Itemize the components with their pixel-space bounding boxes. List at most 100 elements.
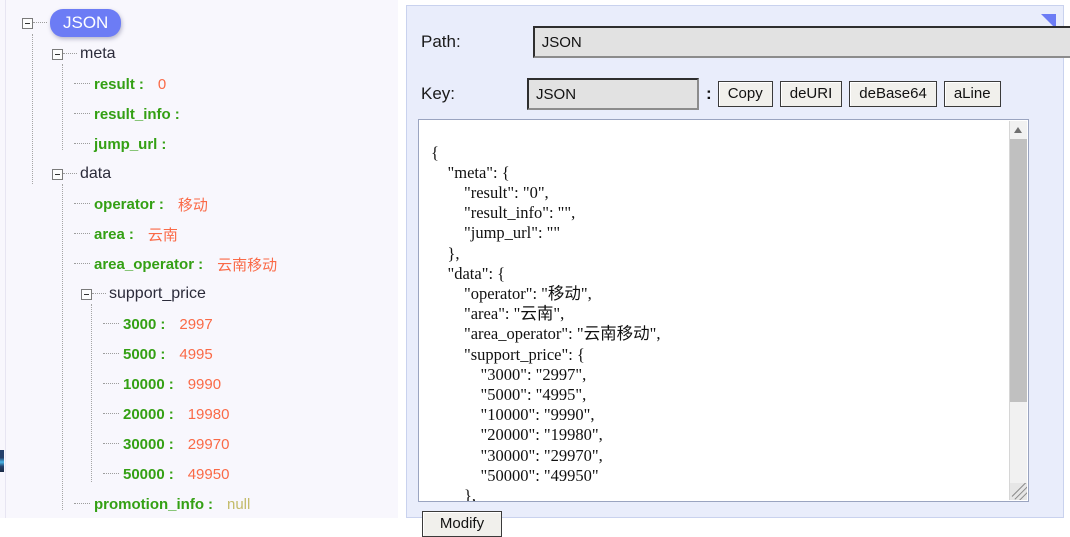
tree-row-result[interactable]: result : 0 — [63, 69, 166, 99]
tree-colon: : — [161, 135, 167, 153]
tree-dash — [103, 353, 119, 355]
key-input[interactable] — [527, 78, 700, 110]
path-label: Path: — [421, 32, 461, 51]
tree-row-price-20000[interactable]: 20000 : 19980 — [92, 399, 229, 429]
resize-grip-icon[interactable] — [1010, 483, 1027, 500]
tree-colon: : — [128, 225, 134, 243]
key-field-row: Key: : Copy deURI deBase64 aLine — [421, 78, 1008, 110]
tree-row-operator[interactable]: operator : 移动 — [63, 189, 208, 219]
modify-button[interactable]: Modify — [422, 511, 502, 537]
tree-colon: : — [168, 465, 174, 483]
tree-value: 2997 — [179, 315, 213, 333]
tree-dash — [63, 53, 77, 55]
tree-dash — [92, 293, 106, 295]
tree-dash — [103, 473, 119, 475]
tree-dash — [74, 83, 90, 85]
tree-node-label: support_price — [109, 285, 206, 302]
tree-connector-root — [32, 34, 33, 184]
tree-value: null — [226, 495, 251, 513]
tree-dash — [74, 263, 90, 265]
tree-row-meta[interactable]: meta — [52, 39, 116, 69]
tree-key: 10000 — [123, 375, 165, 393]
collapse-icon-meta[interactable] — [52, 48, 63, 60]
tree-value: 云南 — [147, 226, 178, 244]
tree-row-support-price[interactable]: support_price — [81, 279, 206, 309]
tree-value: 0 — [157, 75, 167, 93]
tree-dash — [74, 503, 90, 505]
tree-colon: : — [168, 435, 174, 453]
tree-dash — [33, 22, 47, 24]
tree-row-promotion-info[interactable]: promotion_info : null — [63, 489, 250, 518]
tree-value: 49950 — [187, 465, 230, 483]
tree-dash — [74, 113, 90, 115]
tree-dash — [63, 173, 77, 175]
key-label: Key: — [421, 84, 456, 103]
collapse-icon-support-price[interactable] — [81, 288, 92, 300]
json-code-text: { "meta": { "result": "0", "result_info"… — [431, 142, 661, 502]
tree-value: 9990 — [187, 375, 222, 393]
debase64-button[interactable]: deBase64 — [849, 81, 937, 107]
tree-key: area_operator — [94, 255, 195, 273]
scroll-up-arrow-icon[interactable] — [1010, 121, 1027, 138]
tree-row-price-5000[interactable]: 5000 : 4995 — [92, 339, 213, 369]
tree-dash — [74, 143, 90, 145]
tree-row-area-operator[interactable]: area_operator : 云南移动 — [63, 249, 277, 279]
root-json-badge[interactable]: JSON — [50, 9, 122, 37]
tree-colon: : — [198, 255, 204, 273]
deuri-button[interactable]: deURI — [779, 81, 843, 107]
path-input[interactable] — [532, 26, 1070, 58]
tree-colon: : — [138, 75, 144, 93]
tree-colon: : — [168, 405, 174, 423]
tree-colon: : — [207, 495, 213, 513]
tree-value: 4995 — [179, 345, 213, 363]
path-field-row: Path: — [421, 26, 1070, 58]
tree-value: 云南移动 — [217, 256, 278, 274]
tree-dash — [74, 203, 90, 205]
tree-node-label: meta — [80, 45, 116, 62]
tree-dash — [74, 233, 90, 235]
tree-key: result — [94, 75, 135, 93]
tree-row-area[interactable]: area : 云南 — [63, 219, 178, 249]
tree-dash — [103, 443, 119, 445]
tree-value: 29970 — [187, 435, 230, 453]
json-editor-panel: Path: Key: : Copy deURI deBase64 aLine {… — [406, 5, 1070, 537]
tree-row-price-10000[interactable]: 10000 : 9990 — [92, 369, 221, 399]
tree-key: 30000 — [123, 435, 165, 453]
tree-key: operator — [94, 195, 155, 213]
key-separator: : — [706, 84, 712, 103]
tree-key: 5000 — [123, 345, 157, 363]
tree-row-root[interactable]: JSON — [22, 8, 122, 38]
aline-button[interactable]: aLine — [943, 81, 1001, 107]
tree-row-price-50000[interactable]: 50000 : 49950 — [92, 459, 229, 489]
tree-key: jump_url — [94, 135, 158, 153]
json-tree-panel: JSON meta result : 0 result_info : jump_… — [0, 0, 398, 518]
copy-button[interactable]: Copy — [717, 81, 773, 107]
tree-scrollbar-thumb[interactable] — [0, 450, 4, 472]
collapse-icon-data[interactable] — [52, 168, 63, 180]
tree-colon: : — [160, 315, 166, 333]
tree-key: 3000 — [123, 315, 157, 333]
tree-dash — [103, 383, 119, 385]
tree-row-price-30000[interactable]: 30000 : 29970 — [92, 429, 229, 459]
scrollbar-thumb[interactable] — [1010, 139, 1027, 402]
collapse-icon-root[interactable] — [22, 17, 33, 29]
tree-row-jump-url[interactable]: jump_url : — [63, 129, 180, 159]
tree-key: 50000 — [123, 465, 165, 483]
tree-key: promotion_info — [94, 495, 204, 513]
tree-colon: : — [168, 375, 174, 393]
tree-row-price-3000[interactable]: 3000 : 2997 — [92, 309, 213, 339]
tree-dash — [103, 323, 119, 325]
tree-scrollbar[interactable] — [0, 0, 6, 518]
tree-node-label: data — [80, 165, 112, 182]
tree-colon: : — [158, 195, 164, 213]
tree-dash — [103, 413, 119, 415]
tree-row-result-info[interactable]: result_info : — [63, 99, 194, 129]
tree-key: 20000 — [123, 405, 165, 423]
tree-value: 移动 — [177, 196, 208, 214]
tree-key: area — [94, 225, 125, 243]
tree-key: result_info — [94, 105, 171, 123]
json-code-area[interactable]: { "meta": { "result": "0", "result_info"… — [418, 119, 1029, 502]
tree-colon: : — [160, 345, 166, 363]
code-vertical-scrollbar[interactable] — [1009, 121, 1027, 500]
tree-row-data[interactable]: data — [52, 159, 111, 189]
